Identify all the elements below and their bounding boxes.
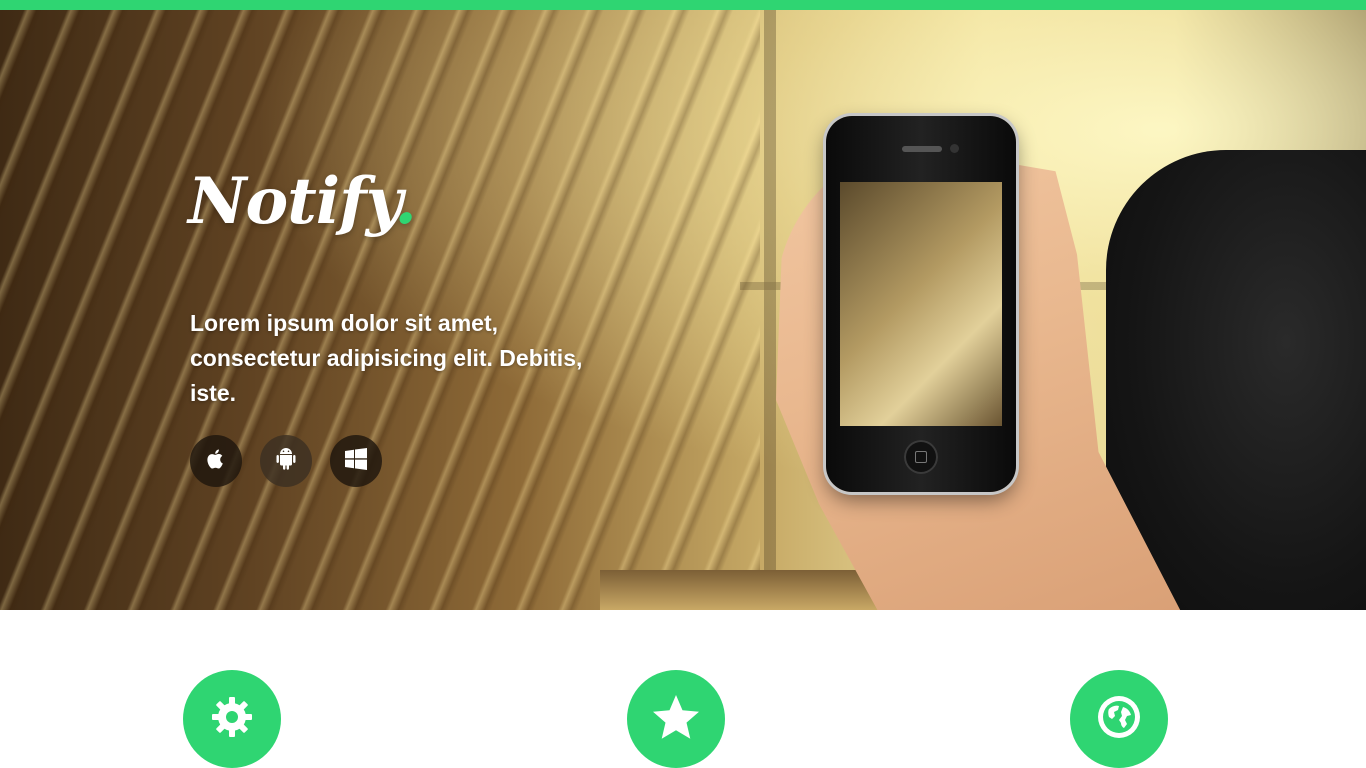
phone-speaker [902,146,942,152]
phone-camera [950,144,959,153]
phone-screen [840,182,1002,426]
brand-name: Notify [188,164,395,239]
android-download-button[interactable] [260,435,312,487]
features-section [0,610,1366,768]
hero-tagline: Lorem ipsum dolor sit amet, consectetur … [190,310,583,406]
gear-icon [209,694,255,745]
feature-globe-badge [1070,670,1168,768]
top-accent-bar [0,0,1366,10]
android-icon [275,447,297,476]
star-icon [651,693,701,746]
brand-logo[interactable]: Notify. [188,170,417,234]
platform-buttons [190,435,382,487]
phone-home-button [904,440,938,474]
apple-download-button[interactable] [190,435,242,487]
globe-icon [1095,693,1143,746]
windows-icon [344,447,368,476]
brand-dot: . [394,164,416,239]
hero-section: Notify. Lorem ipsum dolor sit amet, cons… [0,10,1366,610]
hero-background-person [1106,150,1366,610]
apple-icon [205,447,227,476]
feature-gear-badge [183,670,281,768]
feature-star-badge [627,670,725,768]
windows-download-button[interactable] [330,435,382,487]
phone-mockup [826,116,1016,492]
